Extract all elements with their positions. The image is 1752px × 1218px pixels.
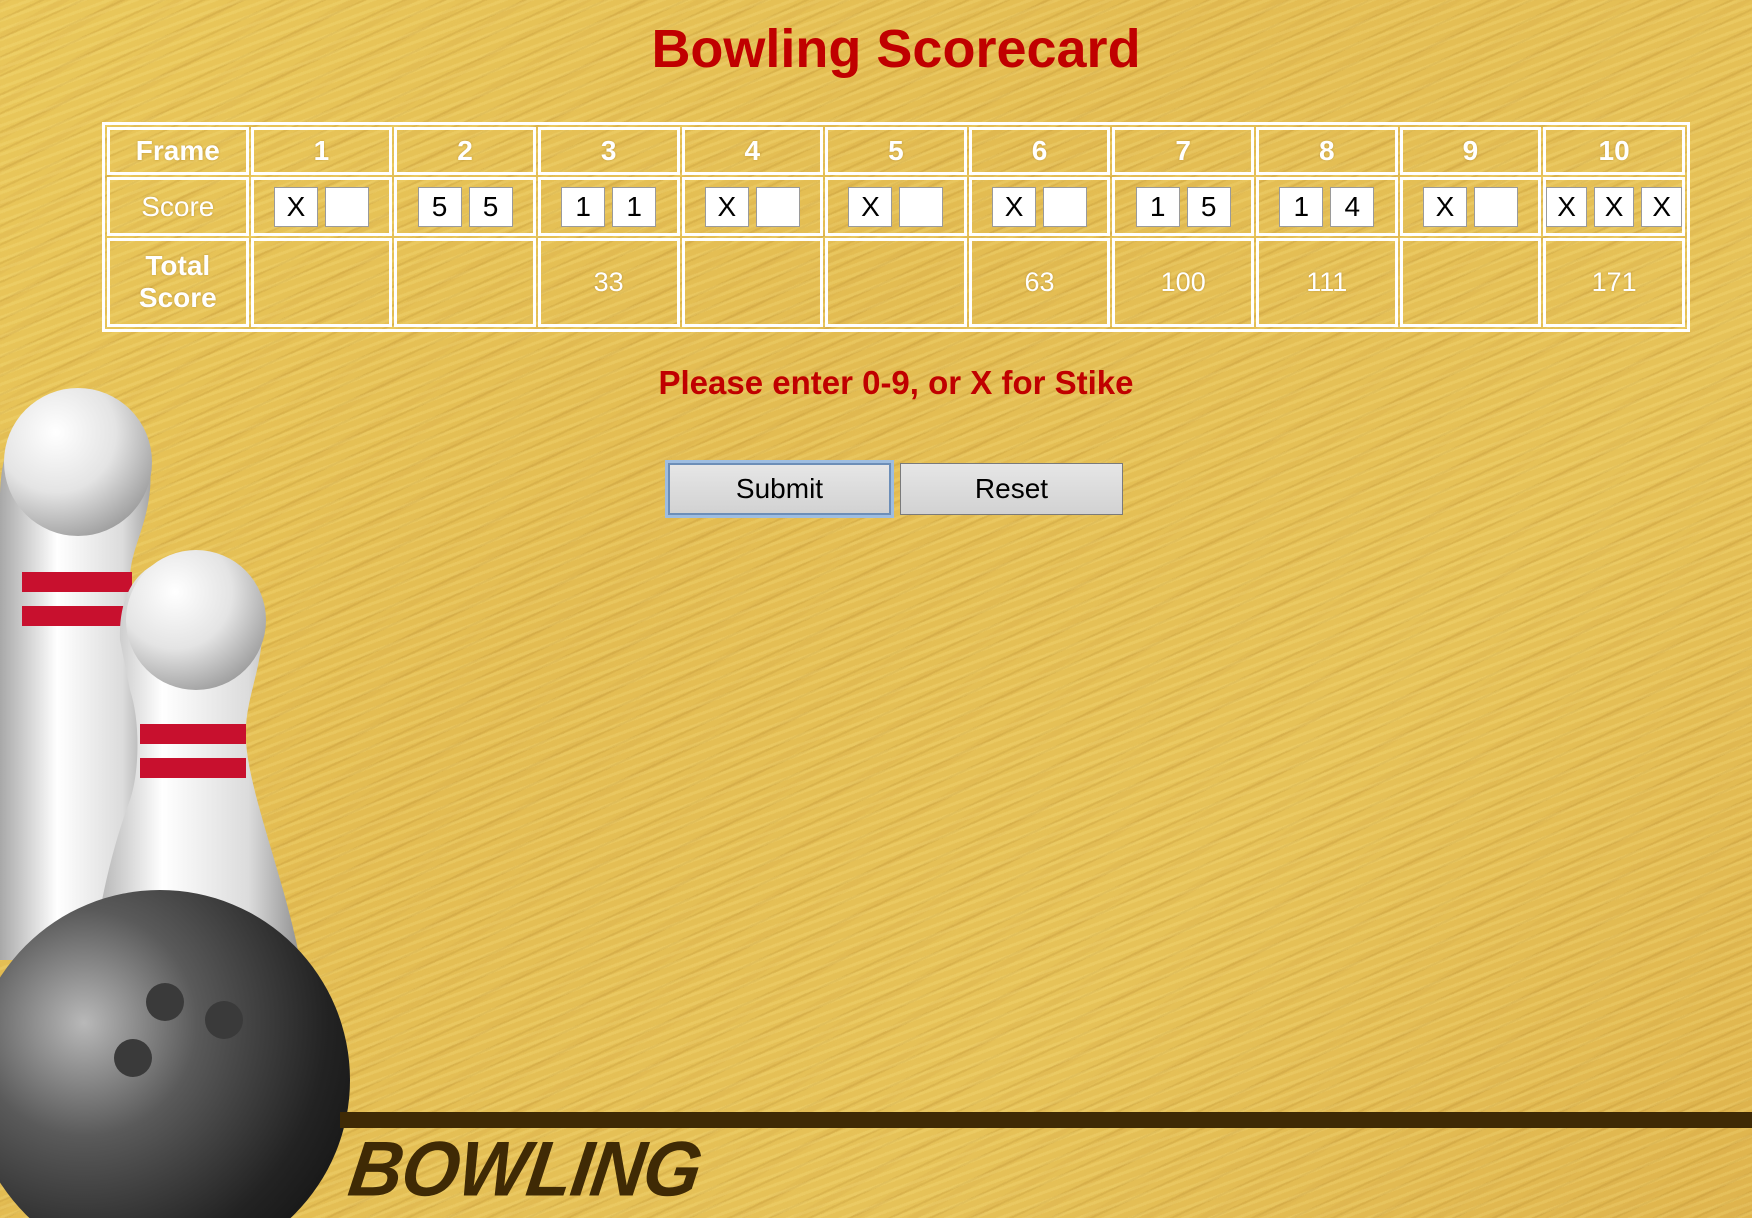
roll-input[interactable]: X xyxy=(992,186,1037,227)
frame-8-rolls: 1 4 xyxy=(1256,177,1398,236)
frame-number: 3 xyxy=(537,127,680,176)
frame-total: 111 xyxy=(1256,237,1398,327)
roll-input[interactable] xyxy=(755,186,800,227)
frame-5-rolls: X xyxy=(825,177,967,236)
frame-number: 8 xyxy=(1256,127,1398,176)
frame-number: 9 xyxy=(1399,127,1542,176)
bowling-art-illustration xyxy=(0,388,350,1218)
reset-button[interactable]: Reset xyxy=(900,463,1123,515)
frame-total xyxy=(681,237,824,327)
roll-input[interactable]: X xyxy=(1593,186,1635,227)
frame-total: 63 xyxy=(968,237,1111,327)
submit-button[interactable]: Submit xyxy=(668,463,891,515)
roll-input[interactable] xyxy=(1473,186,1518,227)
bowling-logo: BOWLING xyxy=(343,1124,707,1213)
bowling-ball-icon xyxy=(0,890,350,1218)
roll-input[interactable] xyxy=(899,186,944,227)
frame-total xyxy=(1399,237,1542,327)
frame-total xyxy=(825,237,967,327)
roll-input[interactable] xyxy=(1043,186,1088,227)
roll-input[interactable]: X xyxy=(848,186,893,227)
frame-total: 100 xyxy=(1112,237,1254,327)
frame-10-rolls: X X X xyxy=(1543,177,1685,236)
frame-number: 5 xyxy=(825,127,967,176)
roll-input[interactable]: X xyxy=(1422,186,1467,227)
roll-input[interactable]: 1 xyxy=(612,186,657,227)
frame-7-rolls: 1 5 xyxy=(1112,177,1254,236)
frame-total: 33 xyxy=(537,237,680,327)
frame-number: 6 xyxy=(968,127,1111,176)
roll-input[interactable]: X xyxy=(1546,186,1587,227)
frame-3-rolls: 1 1 xyxy=(537,177,680,236)
frame-2-rolls: 5 5 xyxy=(394,177,536,236)
roll-input[interactable]: 4 xyxy=(1330,186,1375,227)
roll-input[interactable]: 1 xyxy=(1135,186,1180,227)
roll-input[interactable]: 1 xyxy=(1279,186,1324,227)
roll-input[interactable]: 1 xyxy=(561,186,606,227)
frame-9-rolls: X xyxy=(1399,177,1542,236)
roll-input[interactable]: 5 xyxy=(1186,186,1231,227)
frame-number: 2 xyxy=(394,127,536,176)
frame-total: 171 xyxy=(1543,237,1685,327)
roll-input[interactable]: X xyxy=(1641,186,1682,227)
frame-total xyxy=(394,237,536,327)
frame-number: 10 xyxy=(1543,127,1685,176)
frame-number: 7 xyxy=(1112,127,1254,176)
frame-6-rolls: X xyxy=(968,177,1111,236)
roll-input[interactable]: X xyxy=(704,186,749,227)
roll-input[interactable]: 5 xyxy=(417,186,462,227)
frame-number: 4 xyxy=(681,127,824,176)
roll-input[interactable]: 5 xyxy=(468,186,513,227)
frame-4-rolls: X xyxy=(681,177,824,236)
